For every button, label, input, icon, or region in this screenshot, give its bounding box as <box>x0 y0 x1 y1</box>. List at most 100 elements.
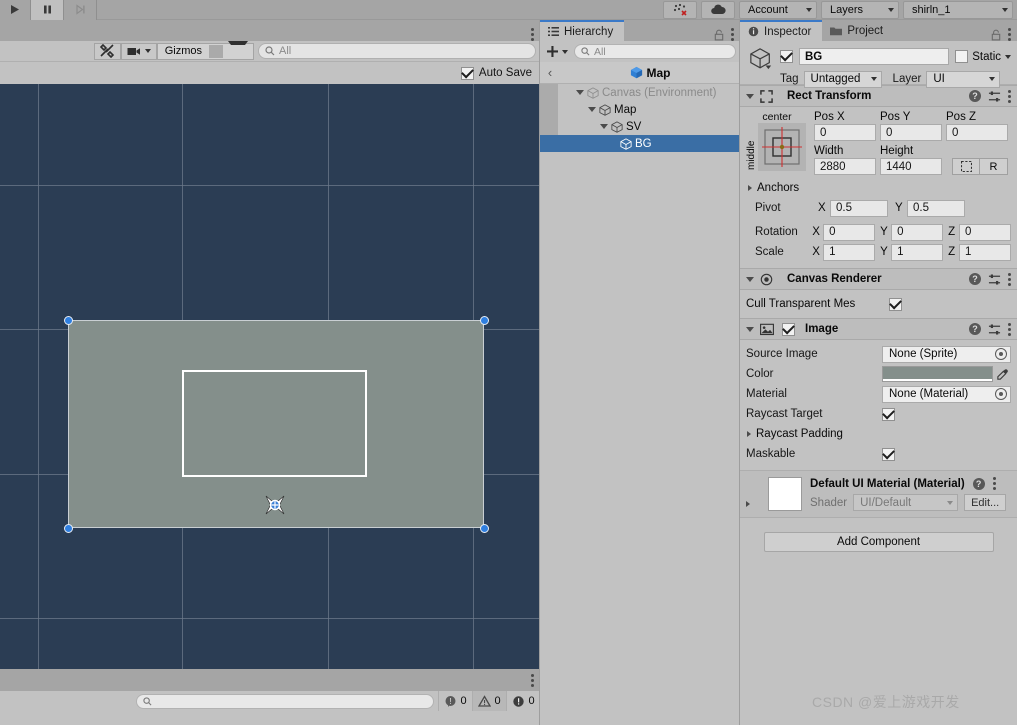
move-gizmo-icon[interactable] <box>262 492 288 518</box>
tag-dropdown[interactable]: Untagged <box>803 70 882 88</box>
scale-y-field[interactable]: 1 <box>891 243 944 261</box>
layer-dropdown[interactable]: UI <box>926 70 1001 88</box>
console-search-input[interactable] <box>136 693 434 709</box>
expand-arrow-icon[interactable] <box>746 276 754 282</box>
gizmos-dropdown[interactable]: Gizmos <box>156 41 254 60</box>
canvas-renderer-header[interactable]: Canvas Renderer ? <box>740 268 1017 290</box>
kebab-menu-icon[interactable] <box>731 28 734 41</box>
width-field[interactable]: 2880 <box>814 158 876 175</box>
rotation-z-field[interactable]: 0 <box>958 223 1011 241</box>
height-field[interactable]: 1440 <box>880 158 942 175</box>
resize-handle-bottom-left[interactable] <box>63 523 73 533</box>
blueprint-mode-button[interactable] <box>952 158 980 175</box>
hierarchy-search-input[interactable]: All <box>574 44 736 59</box>
account-dropdown[interactable]: Account <box>739 0 817 19</box>
cloud-button[interactable] <box>701 0 735 19</box>
kebab-menu-icon[interactable] <box>1008 322 1011 336</box>
image-component-header[interactable]: Image ? <box>740 318 1017 340</box>
object-picker-icon[interactable] <box>995 348 1007 360</box>
expand-arrow-icon[interactable] <box>746 93 754 99</box>
expand-arrow-icon[interactable] <box>588 107 596 112</box>
scene-search-input[interactable]: All <box>258 43 536 59</box>
pos-z-field[interactable]: 0 <box>946 124 1008 141</box>
chevron-down-icon[interactable] <box>1005 54 1011 59</box>
cull-transparent-checkbox[interactable] <box>889 297 902 311</box>
console-log-count[interactable]: ! 0 <box>438 691 472 711</box>
anchor-preset-widget[interactable]: center middle <box>746 111 808 175</box>
kebab-menu-icon[interactable] <box>531 673 534 687</box>
expand-arrow-icon[interactable] <box>747 431 751 437</box>
step-button[interactable] <box>64 0 97 20</box>
scene-camera-button[interactable] <box>120 42 157 60</box>
gameobject-icon-wrap[interactable] <box>748 47 774 73</box>
tab-project[interactable]: Project <box>822 20 895 41</box>
help-icon[interactable]: ? <box>969 90 981 102</box>
hierarchy-item-canvas[interactable]: Canvas (Environment) <box>540 84 740 101</box>
pivot-y-field[interactable]: 0.5 <box>907 199 965 217</box>
raycast-target-checkbox[interactable] <box>882 407 895 421</box>
add-component-button[interactable]: Add Component <box>763 532 994 552</box>
static-checkbox[interactable] <box>955 50 969 63</box>
lock-icon[interactable] <box>714 29 724 41</box>
anchors-row[interactable]: Anchors <box>746 178 1011 198</box>
kebab-menu-icon[interactable] <box>1008 272 1011 286</box>
pause-button[interactable] <box>31 0 64 20</box>
pos-y-field[interactable]: 0 <box>880 124 942 141</box>
lock-icon[interactable] <box>991 29 1001 41</box>
object-name-field[interactable]: BG <box>799 48 950 65</box>
rotation-x-field[interactable]: 0 <box>823 223 876 241</box>
hierarchy-item-map[interactable]: Map <box>540 101 740 118</box>
material-expand-wrap[interactable] <box>746 477 760 511</box>
resize-handle-bottom-right[interactable] <box>479 523 489 533</box>
help-icon[interactable]: ? <box>969 273 981 285</box>
expand-arrow-icon[interactable] <box>576 90 584 95</box>
scale-z-field[interactable]: 1 <box>958 243 1011 261</box>
pos-x-field[interactable]: 0 <box>814 124 876 141</box>
layers-dropdown[interactable]: Layers <box>821 0 899 19</box>
image-enabled-checkbox[interactable] <box>782 322 795 336</box>
preset-icon[interactable] <box>988 273 1001 286</box>
raw-mode-button[interactable]: R <box>980 158 1008 175</box>
color-eyedropper-button[interactable] <box>993 368 1011 381</box>
source-image-field[interactable]: None (Sprite) <box>882 345 1011 363</box>
preset-icon[interactable] <box>988 90 1001 103</box>
tab-hierarchy[interactable]: Hierarchy <box>540 20 625 41</box>
collab-button[interactable] <box>663 0 697 19</box>
layout-dropdown[interactable]: shirln_1 <box>903 0 1013 19</box>
kebab-menu-icon[interactable] <box>1008 89 1011 103</box>
tab-inspector[interactable]: Inspector <box>740 20 823 41</box>
kebab-menu-icon[interactable] <box>992 477 996 490</box>
scene-tools-button[interactable] <box>93 42 121 60</box>
object-enabled-checkbox[interactable] <box>780 50 793 63</box>
breadcrumb-back-button[interactable]: ‹ <box>540 65 560 80</box>
preset-icon[interactable] <box>988 323 1001 336</box>
hierarchy-item-sv[interactable]: SV <box>540 118 740 135</box>
expand-arrow-icon[interactable] <box>746 501 750 507</box>
scene-view-canvas[interactable] <box>0 84 540 669</box>
auto-save-checkbox[interactable] <box>460 66 474 80</box>
console-error-count[interactable]: 0 <box>506 691 540 711</box>
shader-dropdown[interactable]: UI/Default <box>853 494 959 511</box>
object-picker-icon[interactable] <box>995 388 1007 400</box>
help-icon[interactable]: ? <box>972 477 985 490</box>
expand-arrow-icon[interactable] <box>748 185 752 191</box>
hierarchy-add-button[interactable] <box>544 43 570 60</box>
hierarchy-inspector-splitter[interactable] <box>739 20 740 725</box>
resize-handle-top-left[interactable] <box>63 315 73 325</box>
resize-handle-top-right[interactable] <box>479 315 489 325</box>
rotation-y-field[interactable]: 0 <box>891 223 944 241</box>
expand-arrow-icon[interactable] <box>600 124 608 129</box>
color-swatch-field[interactable] <box>882 366 993 382</box>
scene-hierarchy-splitter[interactable] <box>539 20 540 725</box>
console-warning-count[interactable]: 0 <box>472 691 506 711</box>
shader-edit-button[interactable]: Edit... <box>964 494 1007 511</box>
play-button[interactable] <box>0 0 31 20</box>
kebab-menu-icon[interactable] <box>1008 28 1011 41</box>
scale-x-field[interactable]: 1 <box>823 243 876 261</box>
pivot-x-field[interactable]: 0.5 <box>830 199 888 217</box>
hierarchy-item-bg[interactable]: BG <box>540 135 740 152</box>
help-icon[interactable]: ? <box>969 323 981 335</box>
material-field[interactable]: None (Material) <box>882 385 1011 403</box>
raycast-padding-row[interactable]: Raycast Padding <box>746 424 1011 444</box>
expand-arrow-icon[interactable] <box>746 326 754 332</box>
